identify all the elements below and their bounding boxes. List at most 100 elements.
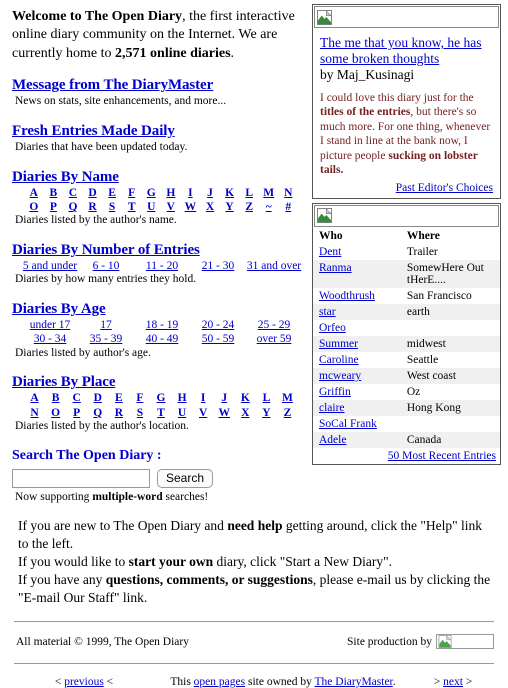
diary-link[interactable]: mcweary [319,370,361,382]
diary-link[interactable]: Summer [319,338,358,350]
name-letter-k[interactable]: K [220,187,240,200]
place-letter-l[interactable]: L [256,392,277,405]
place-letter-w[interactable]: W [214,407,235,420]
name-letter-l[interactable]: L [239,187,259,200]
webring-owner-text: This open pages site owned by The DiaryM… [168,676,398,688]
place-letter-s[interactable]: S [129,407,150,420]
name-letter-p[interactable]: P [44,201,64,214]
place-letter-f[interactable]: F [129,392,150,405]
name-letter-b[interactable]: B [44,187,64,200]
entries-range-11-20[interactable]: 11 - 20 [134,260,190,273]
search-input[interactable] [12,468,150,488]
name-letter-h[interactable]: H [161,187,181,200]
name-letter-f[interactable]: F [122,187,142,200]
age-range-30-34[interactable]: 30 - 34 [22,333,78,346]
place-letter-e[interactable]: E [108,392,129,405]
name-letter-r[interactable]: R [83,201,103,214]
place-letter-x[interactable]: X [235,407,256,420]
place-letter-c[interactable]: C [66,392,87,405]
age-range-over-59[interactable]: over 59 [246,333,302,346]
age-range-25-29[interactable]: 25 - 29 [246,319,302,332]
name-letter-s[interactable]: S [102,201,122,214]
name-letter-g[interactable]: G [141,187,161,200]
age-range-17[interactable]: 17 [78,319,134,332]
age-range-20-24[interactable]: 20 - 24 [190,319,246,332]
name-letter-w[interactable]: W [181,201,201,214]
search-button[interactable]: Search [157,468,214,488]
link-message-from-diarymaster[interactable]: Message from The DiaryMaster [12,77,304,94]
place-letter-q[interactable]: Q [87,407,108,420]
name-letter-t[interactable]: T [122,201,142,214]
name-letter-m[interactable]: M [259,187,279,200]
diary-link[interactable]: Adele [319,434,346,446]
name-letter-e[interactable]: E [102,187,122,200]
name-letter-o[interactable]: O [24,201,44,214]
entries-range-21-30[interactable]: 21 - 30 [190,260,246,273]
past-editors-choices-link[interactable]: Past Editor's Choices [396,182,493,194]
fifty-most-recent-entries-link[interactable]: 50 Most Recent Entries [388,450,496,462]
place-letter-t[interactable]: T [150,407,171,420]
name-letter-j[interactable]: J [200,187,220,200]
cell-who: SoCal Frank [313,416,401,432]
place-letter-k[interactable]: K [235,392,256,405]
diary-link[interactable]: claire [319,402,345,414]
name-letter-u[interactable]: U [141,201,161,214]
place-letter-b[interactable]: B [45,392,66,405]
diary-link[interactable]: star [319,306,336,318]
diary-link[interactable]: Woodthrush [319,290,375,302]
name-letter-z[interactable]: Z [239,201,259,214]
diary-link[interactable]: SoCal Frank [319,418,377,430]
name-letter-tilde[interactable]: ~ [259,201,279,214]
name-letter-d[interactable]: D [83,187,103,200]
place-letter-j[interactable]: J [214,392,235,405]
name-letter-i[interactable]: I [181,187,201,200]
link-diaries-by-number-of-entries[interactable]: Diaries By Number of Entries [12,242,304,259]
name-letter-v[interactable]: V [161,201,181,214]
diarymaster-link[interactable]: The DiaryMaster [315,676,393,688]
place-letter-y[interactable]: Y [256,407,277,420]
link-diaries-by-age[interactable]: Diaries By Age [12,301,304,318]
name-letter-n[interactable]: N [279,187,299,200]
entries-range-5-and-under[interactable]: 5 and under [22,260,78,273]
diary-link[interactable]: Ranma [319,262,352,274]
diary-link[interactable]: Orfeo [319,322,346,334]
place-letter-o[interactable]: O [45,407,66,420]
previous-link[interactable]: previous [64,676,104,688]
link-diaries-by-name[interactable]: Diaries By Name [12,169,304,186]
place-letter-p[interactable]: P [66,407,87,420]
diary-link[interactable]: Caroline [319,354,359,366]
place-letter-v[interactable]: V [193,407,214,420]
entries-range-6-10[interactable]: 6 - 10 [78,260,134,273]
place-letter-a[interactable]: A [24,392,45,405]
place-letter-i[interactable]: I [193,392,214,405]
name-letter-x[interactable]: X [200,201,220,214]
age-range-35-39[interactable]: 35 - 39 [78,333,134,346]
instructions-block: If you are new to The Open Diary and nee… [18,517,494,607]
age-range-18-19[interactable]: 18 - 19 [134,319,190,332]
cell-who: Dent [313,244,401,260]
place-letter-m[interactable]: M [277,392,298,405]
place-letter-g[interactable]: G [150,392,171,405]
age-range-50-59[interactable]: 50 - 59 [190,333,246,346]
age-range-under-17[interactable]: under 17 [22,319,78,332]
editors-choice-title-link[interactable]: The me that you know, he has some broken… [320,35,481,66]
place-letter-h[interactable]: H [172,392,193,405]
age-range-40-49[interactable]: 40 - 49 [134,333,190,346]
name-letter-q[interactable]: Q [63,201,83,214]
diary-link[interactable]: Griffin [319,386,351,398]
name-letter-a[interactable]: A [24,187,44,200]
link-diaries-by-place[interactable]: Diaries By Place [12,374,304,391]
name-letter-y[interactable]: Y [220,201,240,214]
name-letter-c[interactable]: C [63,187,83,200]
next-link[interactable]: next [443,676,463,688]
place-letter-n[interactable]: N [24,407,45,420]
place-letter-r[interactable]: R [108,407,129,420]
link-fresh-entries-made-daily[interactable]: Fresh Entries Made Daily [12,123,304,140]
diary-link[interactable]: Dent [319,246,341,258]
open-pages-link[interactable]: open pages [194,676,245,688]
entries-range-31-and-over[interactable]: 31 and over [246,260,302,273]
place-letter-u[interactable]: U [172,407,193,420]
name-letter-hash[interactable]: # [279,201,299,214]
place-letter-z[interactable]: Z [277,407,298,420]
place-letter-d[interactable]: D [87,392,108,405]
